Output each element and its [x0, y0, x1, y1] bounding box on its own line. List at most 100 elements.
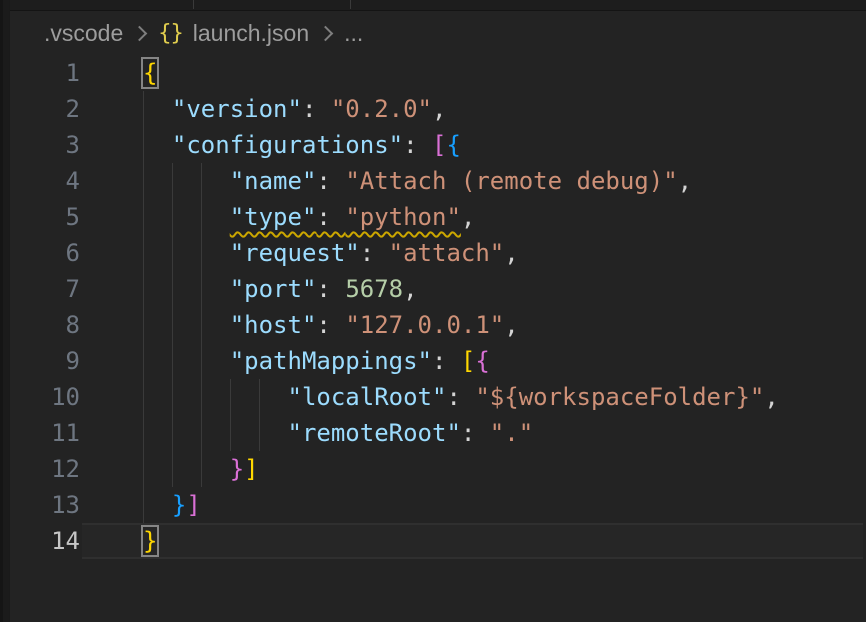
indent-guide — [201, 451, 202, 487]
token-ws — [143, 239, 230, 267]
token-p: : — [461, 419, 490, 447]
indent-guide — [143, 451, 144, 487]
code-line[interactable]: 4 "name": "Attach (remote debug)", — [10, 163, 866, 199]
line-number[interactable]: 10 — [10, 379, 80, 415]
tab-bar[interactable] — [10, 0, 866, 11]
code-text[interactable]: } — [80, 523, 866, 559]
code-text[interactable]: "type": "python", — [80, 199, 866, 235]
token-ws — [143, 95, 172, 123]
code-line[interactable]: 5 "type": "python", — [10, 199, 866, 235]
code-line[interactable]: 3 "configurations": [{ — [10, 127, 866, 163]
line-number[interactable]: 4 — [10, 163, 80, 199]
token-p: : — [316, 167, 345, 195]
indent-guide — [172, 199, 173, 235]
indent-guide — [201, 307, 202, 343]
line-number[interactable]: 12 — [10, 451, 80, 487]
breadcrumb-item-file[interactable]: launch.json — [193, 20, 309, 47]
token-ws — [143, 167, 230, 195]
code-line[interactable]: 2 "version": "0.2.0", — [10, 91, 866, 127]
indent-guide — [201, 235, 202, 271]
token-b2: { — [475, 347, 489, 375]
tab-separator — [350, 0, 351, 9]
indent-guide — [201, 343, 202, 379]
code-text[interactable]: }] — [80, 451, 866, 487]
code-text[interactable]: "name": "Attach (remote debug)", — [80, 163, 866, 199]
chevron-right-icon — [132, 25, 148, 41]
indent-guide — [143, 271, 144, 307]
code-line[interactable]: 6 "request": "attach", — [10, 235, 866, 271]
code-text[interactable]: "request": "attach", — [80, 235, 866, 271]
breadcrumb: .vscode {} launch.json ... — [10, 11, 866, 55]
token-p: : — [316, 203, 345, 231]
line-number[interactable]: 5 — [10, 199, 80, 235]
indent-guide — [143, 235, 144, 271]
token-ws — [143, 419, 288, 447]
line-number[interactable]: 8 — [10, 307, 80, 343]
json-object-icon: {} — [158, 21, 183, 46]
code-text[interactable]: }] — [80, 487, 866, 523]
line-number[interactable]: 13 — [10, 487, 80, 523]
code-text[interactable]: "version": "0.2.0", — [80, 91, 866, 127]
token-key: "host" — [230, 311, 317, 339]
code-text[interactable]: "port": 5678, — [80, 271, 866, 307]
code-line[interactable]: 9 "pathMappings": [{ — [10, 343, 866, 379]
indent-guide — [143, 415, 144, 451]
code-text[interactable]: "host": "127.0.0.1", — [80, 307, 866, 343]
token-key: "localRoot" — [288, 383, 447, 411]
window-left-edge — [0, 0, 10, 622]
line-number[interactable]: 3 — [10, 127, 80, 163]
breadcrumb-item-symbol[interactable]: ... — [344, 20, 363, 47]
token-p: , — [764, 383, 778, 411]
code-line[interactable]: 14} — [10, 523, 866, 559]
token-ws — [143, 311, 230, 339]
breadcrumb-item-folder[interactable]: .vscode — [44, 20, 123, 47]
token-str: "127.0.0.1" — [345, 311, 504, 339]
indent-guide — [201, 379, 202, 415]
line-number[interactable]: 6 — [10, 235, 80, 271]
code-line[interactable]: 12 }] — [10, 451, 866, 487]
token-b1: [ — [461, 347, 475, 375]
code-text[interactable]: "localRoot": "${workspaceFolder}", — [80, 379, 866, 415]
code-text[interactable]: "configurations": [{ — [80, 127, 866, 163]
bracket-match: { — [143, 59, 157, 87]
token-key: "request" — [230, 239, 360, 267]
code-text[interactable]: "pathMappings": [{ — [80, 343, 866, 379]
token-key: "type" — [230, 203, 317, 231]
token-p: , — [432, 95, 446, 123]
code-line[interactable]: 1{ — [10, 55, 866, 91]
code-line[interactable]: 11 "remoteRoot": "." — [10, 415, 866, 451]
code-line[interactable]: 7 "port": 5678, — [10, 271, 866, 307]
indent-guide — [143, 487, 144, 523]
token-b2: } — [230, 455, 244, 483]
line-number[interactable]: 11 — [10, 415, 80, 451]
code-line[interactable]: 10 "localRoot": "${workspaceFolder}", — [10, 379, 866, 415]
code-text[interactable]: "remoteRoot": "." — [80, 415, 866, 451]
line-number[interactable]: 7 — [10, 271, 80, 307]
token-b2: ] — [186, 491, 200, 519]
token-ws — [143, 455, 230, 483]
line-number[interactable]: 1 — [10, 55, 80, 91]
code-editor[interactable]: 1{2 "version": "0.2.0",3 "configurations… — [10, 55, 866, 622]
token-str: "python" — [345, 203, 461, 231]
token-p: : — [360, 239, 389, 267]
indent-guide — [172, 307, 173, 343]
token-key: "remoteRoot" — [288, 419, 461, 447]
code-line[interactable]: 8 "host": "127.0.0.1", — [10, 307, 866, 343]
token-p: : — [446, 383, 475, 411]
line-number[interactable]: 9 — [10, 343, 80, 379]
token-str: "${workspaceFolder}" — [475, 383, 764, 411]
line-number[interactable]: 2 — [10, 91, 80, 127]
indent-guide — [172, 379, 173, 415]
indent-guide — [201, 271, 202, 307]
indent-guide — [201, 199, 202, 235]
token-b2: [ — [432, 131, 446, 159]
token-num: 5678 — [345, 275, 403, 303]
token-str: "attach" — [389, 239, 505, 267]
indent-guide — [259, 379, 260, 415]
code-line[interactable]: 13 }] — [10, 487, 866, 523]
indent-guide — [230, 415, 231, 451]
token-ws — [143, 347, 230, 375]
code-text[interactable]: { — [80, 55, 866, 91]
indent-guide — [172, 235, 173, 271]
line-number[interactable]: 14 — [10, 523, 80, 559]
